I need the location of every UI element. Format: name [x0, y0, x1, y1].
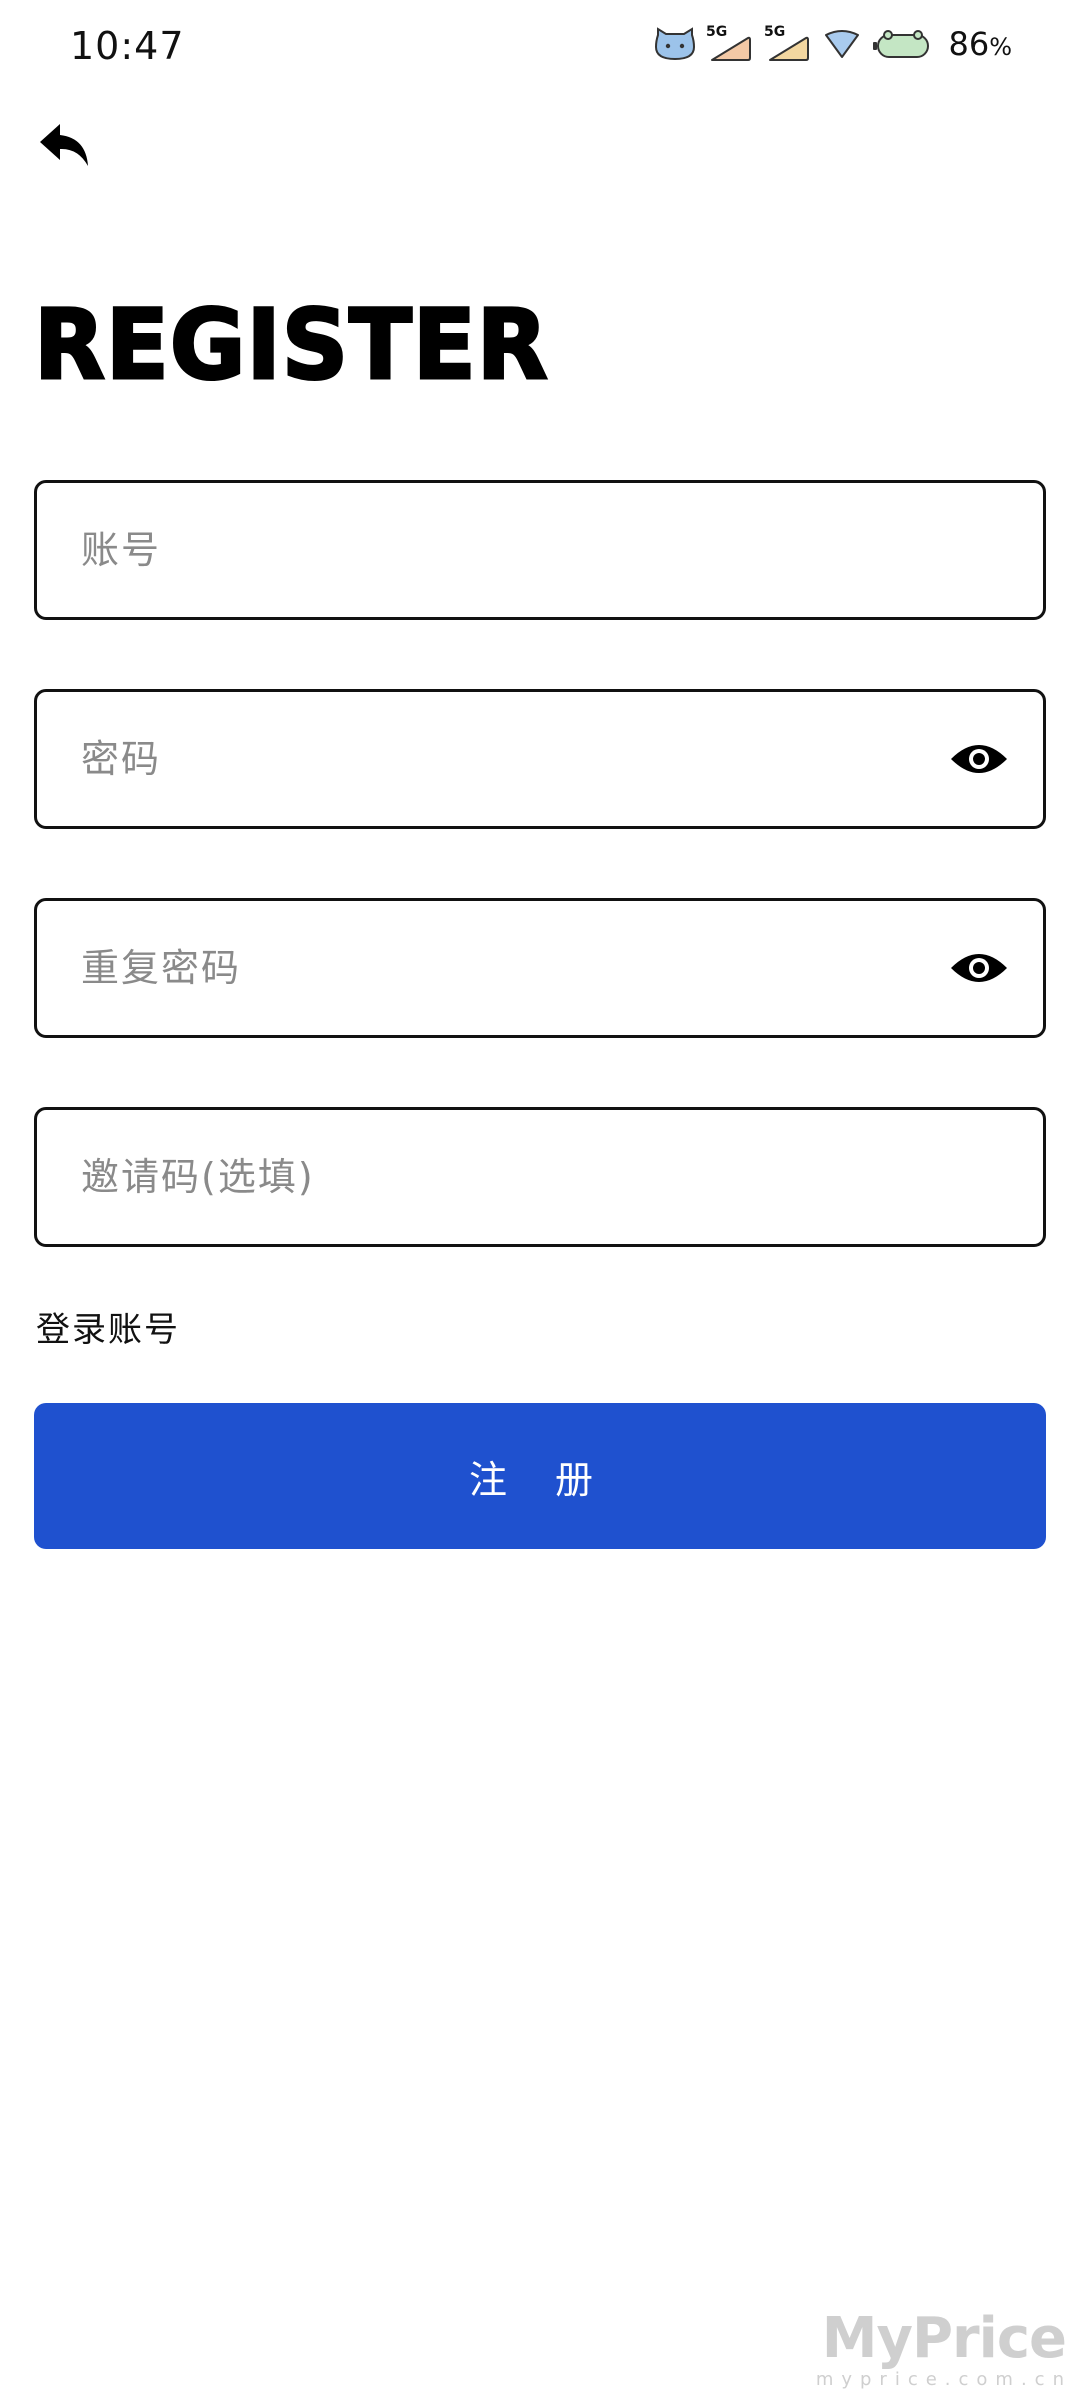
invite-code-field[interactable] [34, 1107, 1046, 1247]
account-input[interactable] [79, 482, 1043, 618]
wifi-icon [825, 30, 860, 58]
password-input[interactable] [79, 691, 947, 827]
login-account-link[interactable]: 登录账号 [36, 1302, 180, 1351]
cat-face-icon [655, 27, 696, 61]
watermark-logo: MyPrice myprice.com.cn [815, 2306, 1072, 2391]
repeat-password-field[interactable] [34, 898, 1046, 1038]
register-button[interactable]: 注 册 [34, 1403, 1046, 1549]
back-arrow-icon [40, 124, 88, 166]
battery-percent: 86% [948, 25, 1012, 63]
repeat-password-input[interactable] [79, 900, 947, 1036]
network-1-label: 5G [706, 24, 727, 40]
status-time: 10:47 [70, 24, 185, 68]
invite-code-input[interactable] [79, 1109, 1043, 1245]
register-screen: 10:47 5G 5G 86% REGISTER 账号 邀请码(选填) 登录账号… [0, 0, 1080, 2400]
watermark-sub: myprice.com.cn [815, 2369, 1072, 2390]
status-icons: 5G 5G 86% [654, 22, 1012, 66]
page-title: REGISTER [33, 289, 550, 402]
account-field[interactable] [34, 480, 1046, 620]
back-button[interactable] [30, 110, 100, 180]
signal-5g-icon: 5G [706, 24, 752, 61]
password-visibility-toggle[interactable] [947, 737, 1011, 781]
password-field[interactable] [34, 689, 1046, 829]
battery-icon [873, 30, 930, 58]
eye-icon [951, 954, 1007, 982]
status-bar: 10:47 5G 5G 86% [0, 0, 1080, 96]
watermark-main: MyPrice [821, 2306, 1067, 2371]
network-2-label: 5G [764, 24, 785, 40]
signal-5g-icon-2: 5G [764, 24, 810, 61]
eye-icon [951, 745, 1007, 773]
repeat-password-visibility-toggle[interactable] [947, 946, 1011, 990]
